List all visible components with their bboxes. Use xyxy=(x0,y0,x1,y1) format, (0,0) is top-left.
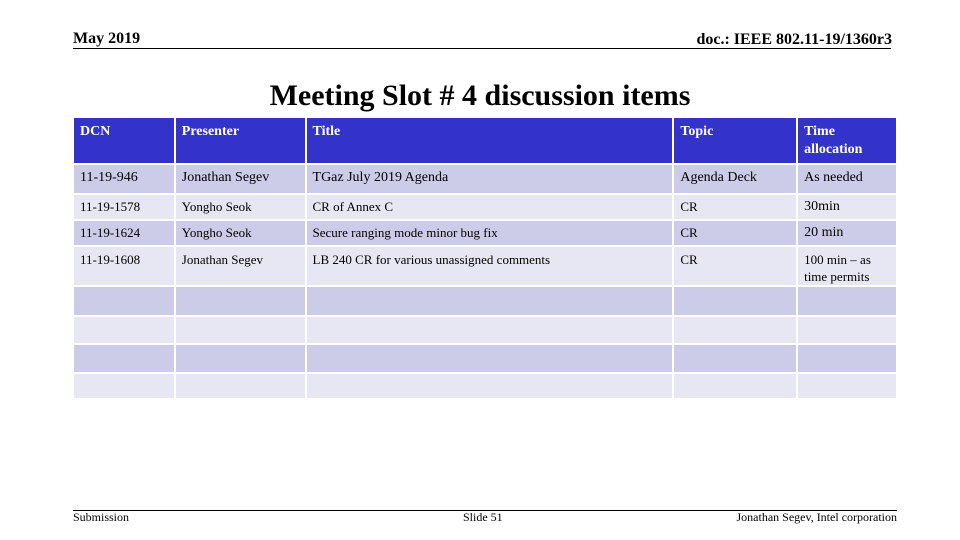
cell-presenter xyxy=(175,317,305,343)
cell-dcn: 11-19-1608 xyxy=(74,247,174,285)
cell-title xyxy=(306,345,673,372)
footer-author: Jonathan Segev, Intel corporation xyxy=(736,510,897,524)
cell-title xyxy=(306,317,673,343)
cell-topic: CR xyxy=(674,221,797,245)
cell-dcn: 11-19-1624 xyxy=(74,221,174,245)
cell-presenter: Yongho Seok xyxy=(175,221,305,245)
column-header-presenter: Presenter xyxy=(175,118,305,163)
cell-topic xyxy=(674,345,797,372)
table-row-empty xyxy=(74,317,896,343)
cell-time: 20 min xyxy=(798,221,896,245)
cell-time: As needed xyxy=(798,165,896,193)
cell-presenter: Jonathan Segev xyxy=(175,247,305,285)
cell-title xyxy=(306,374,673,398)
cell-dcn xyxy=(74,374,174,398)
header-doc-id: doc.: IEEE 802.11-19/1360r3 xyxy=(696,31,892,48)
cell-presenter xyxy=(175,345,305,372)
footer-submission: Submission xyxy=(73,510,130,524)
cell-dcn: 11-19-946 xyxy=(74,165,174,193)
header-divider xyxy=(73,48,891,49)
cell-presenter: Yongho Seok xyxy=(175,195,305,219)
cell-dcn: 11-19-1578 xyxy=(74,195,174,219)
cell-presenter: Jonathan Segev xyxy=(175,165,305,193)
cell-time: 100 min – as time permits xyxy=(798,247,896,285)
column-header-dcn: DCN xyxy=(74,118,174,163)
discussion-items-table: DCN Presenter Title Topic Time allocatio… xyxy=(72,116,898,400)
cell-dcn xyxy=(74,287,174,315)
footer-slide-number: Slide 51 xyxy=(463,510,503,524)
cell-title: Secure ranging mode minor bug fix xyxy=(306,221,673,245)
column-header-time-allocation: Time allocation xyxy=(798,118,896,163)
slide-title: Meeting Slot # 4 discussion items xyxy=(269,79,691,112)
table-row: 11-19-1624 Yongho Seok Secure ranging mo… xyxy=(74,221,896,245)
column-header-topic: Topic xyxy=(674,118,797,163)
cell-title xyxy=(306,287,673,315)
table-row: 11-19-1578 Yongho Seok CR of Annex C CR … xyxy=(74,195,896,219)
table-header-row: DCN Presenter Title Topic Time allocatio… xyxy=(74,118,896,163)
column-header-title: Title xyxy=(306,118,673,163)
cell-topic xyxy=(674,317,797,343)
cell-title: LB 240 CR for various unassigned comment… xyxy=(306,247,673,285)
table-row-empty xyxy=(74,287,896,315)
cell-presenter xyxy=(175,374,305,398)
table-row: 11-19-946 Jonathan Segev TGaz July 2019 … xyxy=(74,165,896,193)
cell-time xyxy=(798,317,896,343)
cell-title: CR of Annex C xyxy=(306,195,673,219)
table-row-empty xyxy=(74,374,896,398)
cell-topic: CR xyxy=(674,195,797,219)
cell-time xyxy=(798,287,896,315)
table-row: 11-19-1608 Jonathan Segev LB 240 CR for … xyxy=(74,247,896,285)
header-date: May 2019 xyxy=(73,30,141,47)
cell-time: 30min xyxy=(798,195,896,219)
cell-presenter xyxy=(175,287,305,315)
cell-time xyxy=(798,374,896,398)
cell-topic: CR xyxy=(674,247,797,285)
table-row-empty xyxy=(74,345,896,372)
cell-title: TGaz July 2019 Agenda xyxy=(306,165,673,193)
cell-dcn xyxy=(74,317,174,343)
cell-topic xyxy=(674,374,797,398)
cell-topic: Agenda Deck xyxy=(674,165,797,193)
cell-time xyxy=(798,345,896,372)
cell-dcn xyxy=(74,345,174,372)
cell-topic xyxy=(674,287,797,315)
